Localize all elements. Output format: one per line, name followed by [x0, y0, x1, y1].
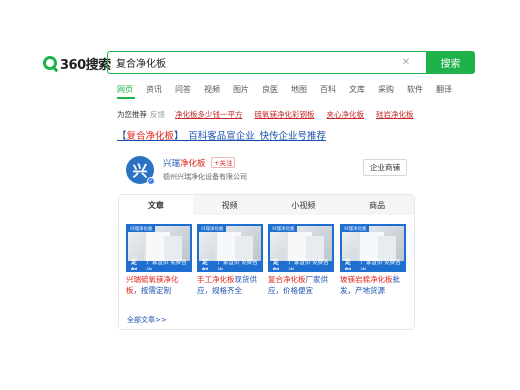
follow-button[interactable]: +关注: [211, 157, 236, 168]
banner-main-text: 定制: [131, 258, 138, 272]
article-thumbnail[interactable]: 兴瑞净化板 定制 厂家直供 免费咨询: [126, 224, 192, 272]
nav-tab-baike[interactable]: 百科: [320, 84, 336, 95]
logo-q-icon: [43, 56, 57, 70]
banner-main-text: 定制: [202, 258, 209, 272]
search-box: ✕: [107, 51, 426, 74]
verified-icon: ✓: [147, 177, 155, 185]
result-title-suffix: 】_百科客品宣企业_快传企业号推荐: [174, 131, 327, 142]
site-logo[interactable]: 360搜索: [43, 54, 111, 73]
banner-main-text: 定制: [273, 258, 280, 272]
thumbnail-banner: 定制 厂家直供 免费咨询: [270, 259, 332, 272]
suggestion-link[interactable]: 硫氧镁净化彩钢板: [255, 109, 315, 120]
article-thumbnail[interactable]: 兴瑞净化板 定制 厂家直供 免费咨询: [340, 224, 406, 272]
tab-articles[interactable]: 文章: [119, 195, 193, 215]
search-button[interactable]: 搜索: [426, 51, 475, 74]
article-caption-link[interactable]: 兴瑞硫氧镁净化板，按需定制: [126, 274, 192, 296]
banner-sub-text: 厂家直供 免费咨询: [360, 259, 401, 272]
thumbnail-tag: 兴瑞净化板: [199, 226, 226, 232]
article-caption-link[interactable]: 手工净化板现货供应，规格齐全: [197, 274, 263, 296]
logo-text: 360搜索: [60, 57, 111, 73]
all-articles-link[interactable]: 全部文章>>: [127, 315, 167, 325]
thumbnail-tag: 兴瑞净化板: [342, 226, 369, 232]
nav-tab-wenku[interactable]: 文库: [349, 84, 365, 95]
tab-products[interactable]: 商品: [340, 195, 414, 215]
suggestion-label: 为您推荐: [117, 110, 147, 119]
company-name-link[interactable]: 兴瑞净化板: [163, 157, 206, 169]
nav-tab-map[interactable]: 地图: [291, 84, 307, 95]
banner-sub-text: 厂家直供 免费咨询: [217, 259, 258, 272]
caption-rest: ，按需定制: [133, 286, 172, 295]
company-name-prefix: 兴瑞: [163, 159, 181, 169]
banner-sub-text: 厂家直供 免费咨询: [146, 259, 187, 272]
content-card: 文章 视频 小视频 商品 兴瑞净化板 定制 厂家直供 免费咨询 兴瑞硫氧镁净化板，…: [118, 194, 415, 330]
tab-short-videos[interactable]: 小视频: [267, 195, 341, 215]
nav-tab-news[interactable]: 资讯: [146, 84, 162, 95]
caption-keyword: 复合净化板: [268, 275, 306, 284]
nav-tab-medical[interactable]: 良医: [262, 84, 278, 95]
banner-main-text: 定制: [345, 258, 352, 272]
nav-tabs: 网页 资讯 问答 视频 图片 良医 地图 百科 文库 采购 软件 翻译: [117, 84, 465, 95]
thumbnail-banner: 定制 厂家直供 免费咨询: [342, 259, 404, 272]
company-fullname: 德州兴瑞净化设备有限公司: [163, 173, 247, 181]
nav-tab-software[interactable]: 软件: [407, 84, 423, 95]
nav-tab-purchase[interactable]: 采购: [378, 84, 394, 95]
suggestion-link[interactable]: 硅岩净化板: [376, 109, 414, 120]
thumbnail-banner: 定制 厂家直供 免费咨询: [128, 259, 190, 272]
banner-sub-text: 厂家直供 免费咨询: [288, 259, 329, 272]
tab-videos[interactable]: 视频: [193, 195, 267, 215]
nav-tab-qa[interactable]: 问答: [175, 84, 191, 95]
nav-tab-web[interactable]: 网页: [117, 84, 133, 95]
thumbnail-banner: 定制 厂家直供 免费咨询: [199, 259, 261, 272]
article-thumbnail[interactable]: 兴瑞净化板 定制 厂家直供 免费咨询: [268, 224, 334, 272]
caption-keyword: 手工净化板: [197, 275, 235, 284]
nav-tab-video[interactable]: 视频: [204, 84, 220, 95]
article-thumbnail[interactable]: 兴瑞净化板 定制 厂家直供 免费咨询: [197, 224, 263, 272]
nav-active-underline: [117, 97, 135, 99]
suggestion-link[interactable]: 净化板多少钱一平方: [175, 109, 243, 120]
company-name-keyword: 净化板: [180, 159, 206, 169]
thumbnail-tag: 兴瑞净化板: [128, 226, 155, 232]
article-item[interactable]: 兴瑞净化板 定制 厂家直供 免费咨询 玻镁岩棉净化板批发，产地货源: [340, 224, 406, 296]
article-item[interactable]: 兴瑞净化板 定制 厂家直供 免费咨询 手工净化板现货供应，规格齐全: [197, 224, 263, 296]
search-input[interactable]: [108, 57, 398, 68]
article-caption-link[interactable]: 玻镁岩棉净化板批发，产地货源: [340, 274, 406, 296]
nav-tab-translate[interactable]: 翻译: [436, 84, 452, 95]
article-item[interactable]: 兴瑞净化板 定制 厂家直供 免费咨询 复合净化板厂家供应，价格便宜: [268, 224, 334, 296]
suggestion-bar: 为您推荐 反馈 净化板多少钱一平方 硫氧镁净化彩钢板 夹心净化板 硅岩净化板: [117, 109, 426, 120]
feedback-link[interactable]: 反馈: [150, 109, 165, 120]
suggestion-link[interactable]: 夹心净化板: [327, 109, 365, 120]
caption-keyword: 玻镁岩棉净化板: [340, 275, 393, 284]
result-title-keyword: 复合净化板: [126, 131, 175, 142]
company-shop-button[interactable]: 企业商铺: [363, 159, 407, 176]
nav-tab-images[interactable]: 图片: [233, 84, 249, 95]
thumbnail-tag: 兴瑞净化板: [270, 226, 297, 232]
result-title-link[interactable]: 【复合净化板】_百科客品宣企业_快传企业号推荐: [117, 128, 326, 142]
close-icon[interactable]: ✕: [398, 57, 414, 68]
card-tabs: 文章 视频 小视频 商品: [119, 195, 414, 215]
article-item[interactable]: 兴瑞净化板 定制 厂家直供 免费咨询 兴瑞硫氧镁净化板，按需定制: [126, 224, 192, 296]
article-caption-link[interactable]: 复合净化板厂家供应，价格便宜: [268, 274, 334, 296]
result-title-prefix: 【: [117, 131, 127, 142]
